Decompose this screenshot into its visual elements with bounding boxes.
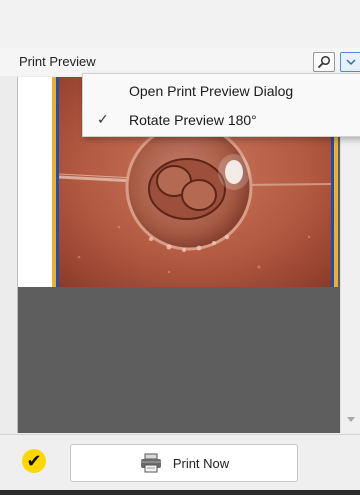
menu-item-label: Rotate Preview 180° — [129, 112, 257, 128]
page-margin — [18, 77, 52, 287]
printer-icon — [140, 453, 161, 473]
panel-title: Print Preview — [19, 54, 96, 69]
menu-item-open-print-preview-dialog[interactable]: Open Print Preview Dialog — [83, 76, 360, 105]
print-now-label: Print Now — [172, 455, 230, 471]
checkmark-icon: ✔ — [26, 450, 42, 471]
status-check-badge: ✔ — [22, 449, 46, 473]
menu-item-label: Open Print Preview Dialog — [129, 83, 294, 99]
scroll-down-arrow-icon[interactable] — [347, 417, 355, 422]
bottom-bar: ✔ Print Now — [0, 434, 360, 491]
checkmark-icon: ✓ — [97, 111, 109, 127]
options-dropdown-button[interactable] — [340, 52, 360, 72]
window-bottom-edge — [0, 490, 360, 495]
options-dropdown-menu: Open Print Preview Dialog ✓ Rotate Previ… — [82, 73, 360, 137]
search-icon — [317, 55, 331, 69]
panel-header: Print Preview — [0, 48, 360, 76]
search-button[interactable] — [313, 52, 335, 72]
top-strip — [0, 0, 360, 49]
print-now-button[interactable]: Print Now — [70, 444, 298, 482]
chevron-down-icon — [346, 59, 356, 66]
menu-item-rotate-preview[interactable]: ✓ Rotate Preview 180° — [83, 105, 360, 134]
